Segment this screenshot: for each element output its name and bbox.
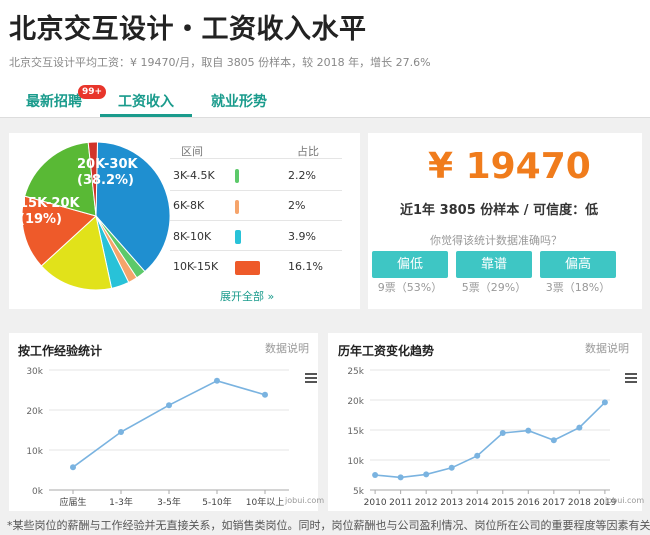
page-subtitle: 北京交互设计平均工资：¥ 19470/月，取自 3805 份样本，较 2018 …	[9, 56, 431, 69]
chart-credit: jobui.com	[285, 496, 325, 505]
range-label: 10K-15K	[173, 260, 219, 273]
pie-label-line1: 15K-20K	[19, 196, 80, 211]
header-area: 北京交互设计・工资收入水平 北京交互设计平均工资：¥ 19470/月，取自 38…	[0, 0, 650, 118]
data-point	[550, 437, 557, 444]
share-value: 2%	[288, 199, 306, 212]
x-tick-label: 2012	[415, 498, 438, 508]
trend-line-chart: 5k10k15k20k25k2010 2011 2012 2013 2014 2015 20…	[347, 367, 616, 508]
y-tick-label: 15k	[347, 427, 364, 437]
x-tick-label: 2011	[389, 498, 412, 508]
share-value: 2.2%	[288, 169, 316, 182]
series-line	[72, 379, 266, 468]
col-share-header: 占比	[297, 145, 319, 158]
x-tick-label: 10年以上	[246, 496, 284, 508]
accuracy-question: 你觉得该统计数据准确吗？	[430, 234, 562, 247]
new-jobs-badge: 99+	[78, 85, 107, 99]
pie-label-line2: (19%)	[19, 212, 62, 227]
x-tick-label: 2010	[364, 498, 387, 508]
data-point	[262, 391, 268, 398]
tab-employment[interactable]: 就业形势	[211, 91, 267, 111]
divider	[170, 250, 342, 251]
active-tab-indicator	[100, 114, 192, 117]
x-tick-label: 应届生	[59, 496, 86, 508]
trend-data-note-link[interactable]: 数据说明	[585, 340, 629, 356]
data-point	[448, 464, 455, 471]
vote-low-button[interactable]: 偏低	[372, 251, 448, 278]
vote-low-count: 9票（53%）	[377, 281, 443, 294]
average-salary: ¥ 19470	[428, 146, 591, 187]
vote-accurate-button[interactable]: 靠谱	[456, 251, 532, 278]
vote-high-button[interactable]: 偏高	[540, 251, 616, 278]
y-tick-label: 0k	[32, 487, 44, 497]
trend-chart-title: 历年工资变化趋势	[338, 344, 435, 358]
share-bar	[235, 169, 239, 183]
y-tick-label: 20k	[26, 407, 43, 417]
col-range-header: 区间	[181, 145, 203, 158]
data-point	[372, 472, 379, 478]
divider	[170, 158, 342, 159]
x-tick-label: 1-3年	[109, 496, 133, 508]
y-tick-label: 30k	[26, 367, 43, 377]
range-label: 8K-10K	[173, 230, 212, 243]
vote-high-count: 3票（18%）	[545, 281, 611, 294]
x-tick-label: 2018	[568, 498, 591, 508]
vote-accurate-count: 5票（29%）	[461, 281, 527, 294]
data-point	[499, 430, 506, 436]
x-tick-label: 2015	[491, 498, 514, 508]
range-label: 3K-4.5K	[173, 169, 215, 182]
pie-label-line1: 20K-30K	[77, 157, 138, 172]
tab-latest-jobs[interactable]: 最新招聘	[26, 91, 82, 111]
y-tick-label: 25k	[347, 367, 364, 377]
x-tick-label: 2016	[517, 498, 540, 508]
data-point	[474, 452, 481, 459]
divider	[170, 220, 342, 221]
experience-chart-title: 按工作经验统计	[18, 344, 103, 358]
pie-label-line2: (38.2%)	[77, 173, 134, 188]
y-tick-label: 20k	[347, 397, 364, 407]
y-tick-label: 10k	[347, 457, 364, 467]
page-title: 北京交互设计・工资收入水平	[9, 14, 367, 45]
share-value: 16.1%	[288, 260, 323, 273]
share-bar	[235, 261, 260, 275]
data-point	[601, 399, 608, 406]
data-point	[70, 464, 76, 471]
data-point	[118, 429, 124, 435]
data-point	[525, 427, 532, 434]
share-value: 3.9%	[288, 230, 316, 243]
tab-salary[interactable]: 工资收入	[118, 91, 174, 111]
show-all-link[interactable]: 展开全部 »	[220, 288, 274, 304]
share-bar	[235, 230, 241, 244]
sample-info: 近1年 3805 份样本 / 可信度：低	[400, 203, 599, 218]
footer-note: *某些岗位的薪酬与工作经验并无直接关系，如销售类岗位。同时，岗位薪酬也与公司盈利…	[7, 519, 650, 532]
x-tick-label: 2013	[440, 498, 463, 508]
range-label: 6K-8K	[173, 199, 205, 212]
chart-credit: jobui.com	[605, 496, 645, 505]
experience-data-note-link[interactable]: 数据说明	[265, 340, 309, 356]
experience-line-chart: 0k 10k 20k 30k 应届生 1-3年 3-5年 5-10年 10年以上	[26, 367, 289, 508]
y-tick-label: 10k	[26, 447, 43, 457]
x-tick-label: 2014	[466, 498, 489, 508]
data-point	[397, 474, 404, 481]
x-tick-label: 5-10年	[202, 496, 231, 508]
y-tick-label: 5k	[353, 487, 365, 497]
share-bar	[235, 200, 239, 214]
x-tick-label: 2017	[542, 498, 565, 508]
pie-label-15k-20k: 15K-20K (19%)	[19, 196, 80, 228]
x-tick-label: 3-5年	[157, 496, 181, 508]
pie-label-20k-30k: 20K-30K (38.2%)	[77, 157, 138, 189]
divider	[170, 190, 342, 191]
series-line	[375, 401, 606, 479]
data-point	[214, 377, 220, 384]
data-point	[576, 424, 583, 431]
data-point	[166, 402, 172, 409]
data-point	[423, 471, 430, 478]
